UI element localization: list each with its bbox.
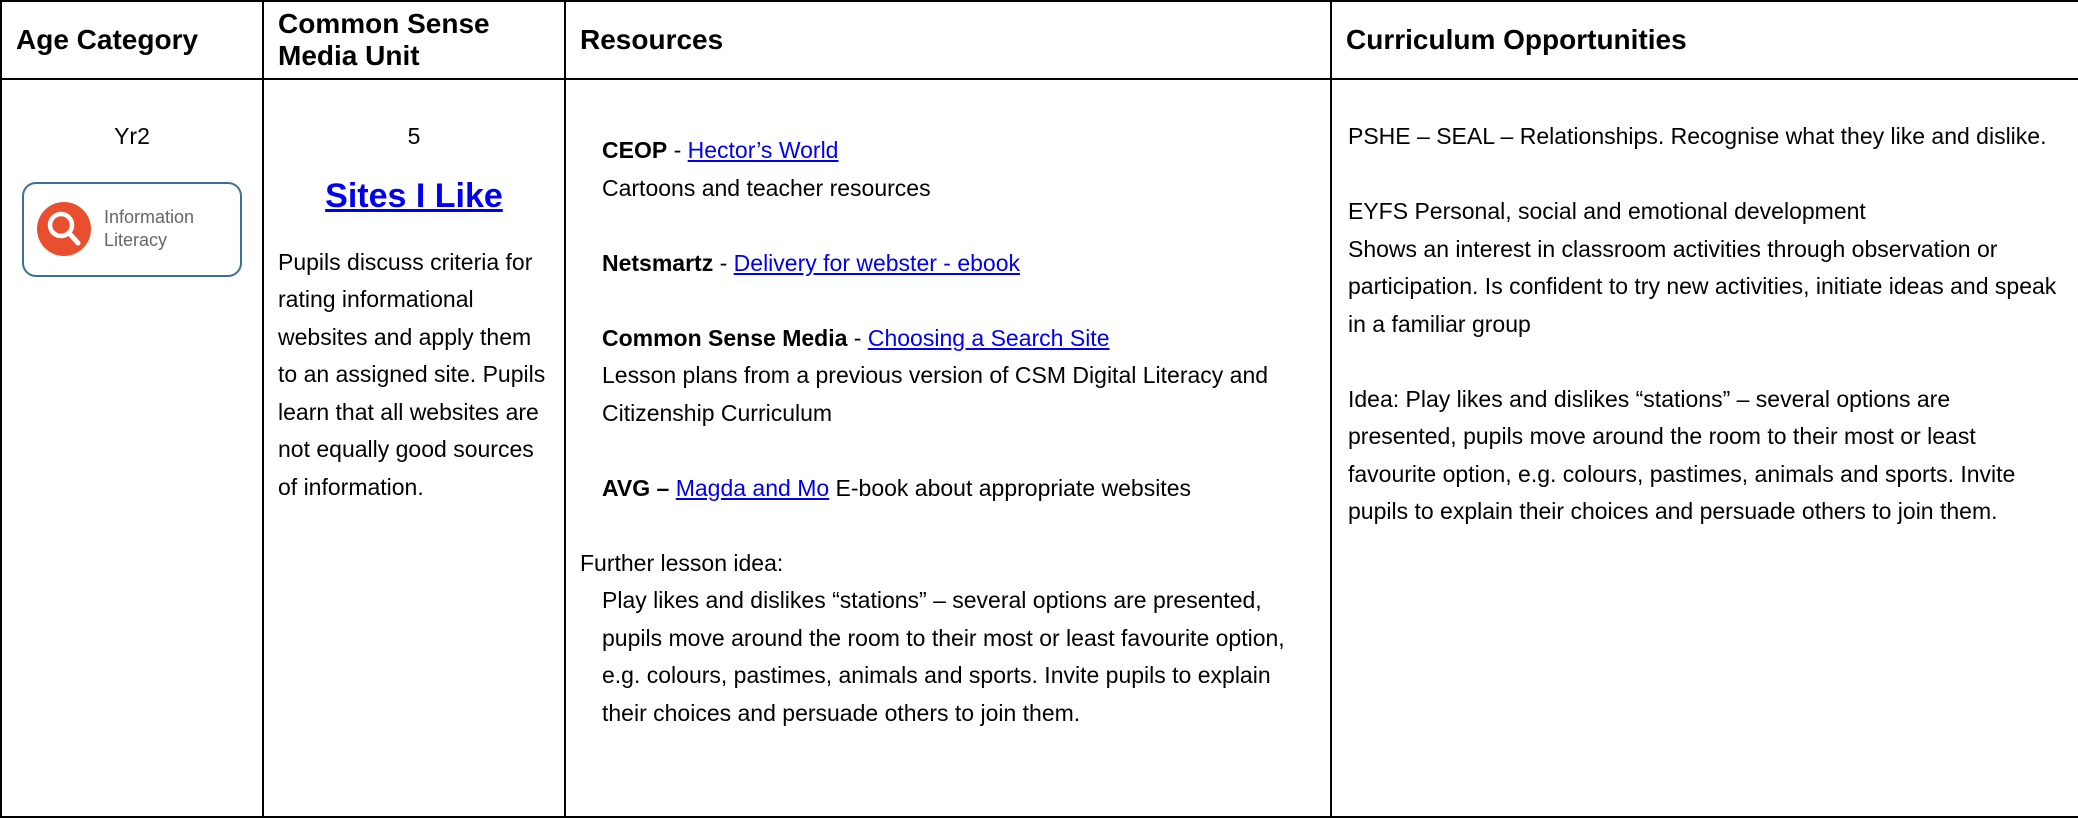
unit-cell: 5 Sites I Like Pupils discuss criteria f… bbox=[262, 78, 566, 818]
badge-label-line2: Literacy bbox=[104, 230, 168, 250]
resource-after-text: E-book about appropriate websites bbox=[829, 474, 1191, 501]
age-value: Yr2 bbox=[114, 123, 150, 149]
unit-title-link[interactable]: Sites I Like bbox=[325, 177, 503, 215]
resources-cell: CEOP - Hector’s World Cartoons and teach… bbox=[564, 78, 1332, 818]
curriculum-item: Idea: Play likes and dislikes “stations”… bbox=[1348, 385, 2016, 525]
resource-note: Lesson plans from a previous version of … bbox=[602, 362, 1269, 426]
lesson-plan-table: Age Category Common Sense Media Unit Res… bbox=[0, 0, 2078, 818]
further-lesson-label: Further lesson idea: bbox=[580, 549, 784, 576]
header-age-category: Age Category bbox=[0, 0, 264, 80]
resource-link-choosing-a-search-site[interactable]: Choosing a Search Site bbox=[868, 325, 1110, 351]
resource-source: CEOP bbox=[602, 137, 668, 163]
table-row: Yr2 Information Literacy 5 Sites I Like … bbox=[0, 78, 2078, 818]
unit-description: Pupils discuss criteria for rating infor… bbox=[278, 248, 546, 500]
header-curriculum: Curriculum Opportunities bbox=[1330, 0, 2078, 80]
resource-item: Netsmartz - Delivery for webster - ebook bbox=[602, 249, 1021, 276]
header-row: Age Category Common Sense Media Unit Res… bbox=[0, 0, 2078, 80]
further-lesson-text: Play likes and dislikes “stations” – sev… bbox=[602, 587, 1285, 726]
age-cell: Yr2 Information Literacy bbox=[0, 78, 264, 818]
resource-item: Common Sense Media - Choosing a Search S… bbox=[580, 320, 1316, 433]
resource-source: Netsmartz bbox=[602, 249, 714, 276]
badge-label: Information Literacy bbox=[104, 206, 194, 252]
curriculum-item: EYFS Personal, social and emotional deve… bbox=[1348, 198, 2057, 337]
resource-link-magda-and-mo[interactable]: Magda and Mo bbox=[676, 475, 829, 501]
curriculum-cell: PSHE – SEAL – Relationships. Recognise w… bbox=[1330, 78, 2078, 818]
resource-item: CEOP - Hector’s World Cartoons and teach… bbox=[580, 132, 1316, 207]
resource-item: AVG – Magda and Mo E-book about appropri… bbox=[580, 470, 1316, 508]
header-unit: Common Sense Media Unit bbox=[262, 0, 566, 80]
resource-link-delivery-for-webster[interactable]: Delivery for webster - ebook bbox=[734, 250, 1020, 276]
header-resources: Resources bbox=[564, 0, 1332, 80]
unit-number: 5 bbox=[407, 123, 421, 149]
badge-label-line1: Information bbox=[104, 207, 195, 227]
curriculum-item: PSHE – SEAL – Relationships. Recognise w… bbox=[1348, 123, 2047, 149]
resource-source: Common Sense Media bbox=[602, 324, 848, 351]
resource-link-hectors-world[interactable]: Hector’s World bbox=[688, 137, 839, 163]
magnifier-icon bbox=[37, 202, 91, 256]
resource-source: AVG – bbox=[602, 474, 670, 501]
resource-note: Cartoons and teacher resources bbox=[602, 174, 931, 201]
information-literacy-badge: Information Literacy bbox=[22, 181, 242, 277]
